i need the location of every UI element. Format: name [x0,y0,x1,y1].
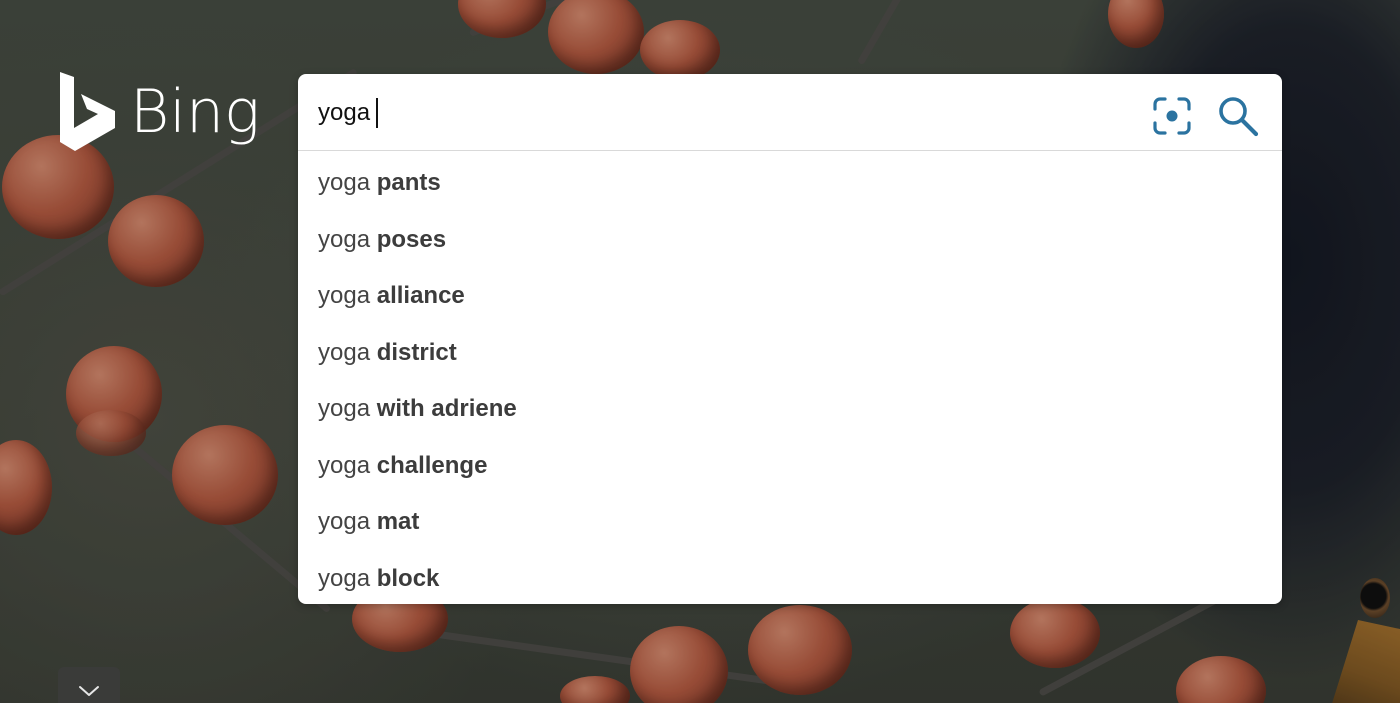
text-cursor [376,98,379,128]
bing-logo[interactable]: Bing [58,72,260,152]
bing-logo-text: Bing [130,77,260,147]
suggestion-item[interactable]: yoga poses [298,212,1282,269]
suggestion-completion: pants [376,169,441,197]
page: Bing yoga yoga pants yoga poses yoga all… [0,0,1400,703]
suggestion-completion: poses [376,225,447,253]
suggestion-completion: mat [376,508,420,536]
suggestion-prefix: yoga [318,169,371,197]
suggestion-item[interactable]: yoga with adriene [298,381,1282,438]
suggestion-list: yoga pants yoga poses yoga alliance yoga… [298,151,1282,604]
suggestion-item[interactable]: yoga mat [298,494,1282,551]
suggestion-completion: alliance [376,282,465,310]
suggestion-completion: block [376,564,440,592]
visual-search-icon [1153,97,1191,135]
suggestion-completion: challenge [376,451,488,479]
suggestion-completion: district [376,338,457,366]
suggestion-prefix: yoga [318,225,371,253]
chevron-down-icon [79,686,99,696]
suggestion-item[interactable]: yoga challenge [298,438,1282,495]
search-icon [1219,97,1259,137]
suggestion-item[interactable]: yoga pants [298,155,1282,212]
search-query: yoga [318,99,371,126]
visual-search-button[interactable] [1150,94,1194,138]
suggestion-prefix: yoga [318,508,371,536]
search-box: yoga yoga pants yoga poses yoga alliance… [298,74,1282,604]
search-input[interactable]: yoga [318,96,1118,130]
suggestion-item[interactable]: yoga district [298,325,1282,382]
search-button[interactable] [1216,94,1260,138]
suggestion-prefix: yoga [318,395,371,423]
scroll-down-button[interactable] [58,667,120,703]
suggestion-completion: with adriene [376,395,517,423]
bing-logo-icon [60,72,115,151]
search-bar: yoga [298,74,1282,151]
suggestion-prefix: yoga [318,282,371,310]
suggestion-prefix: yoga [318,338,371,366]
suggestion-prefix: yoga [318,564,371,592]
suggestion-item[interactable]: yoga block [298,551,1282,605]
suggestion-item[interactable]: yoga alliance [298,268,1282,325]
suggestion-prefix: yoga [318,451,371,479]
